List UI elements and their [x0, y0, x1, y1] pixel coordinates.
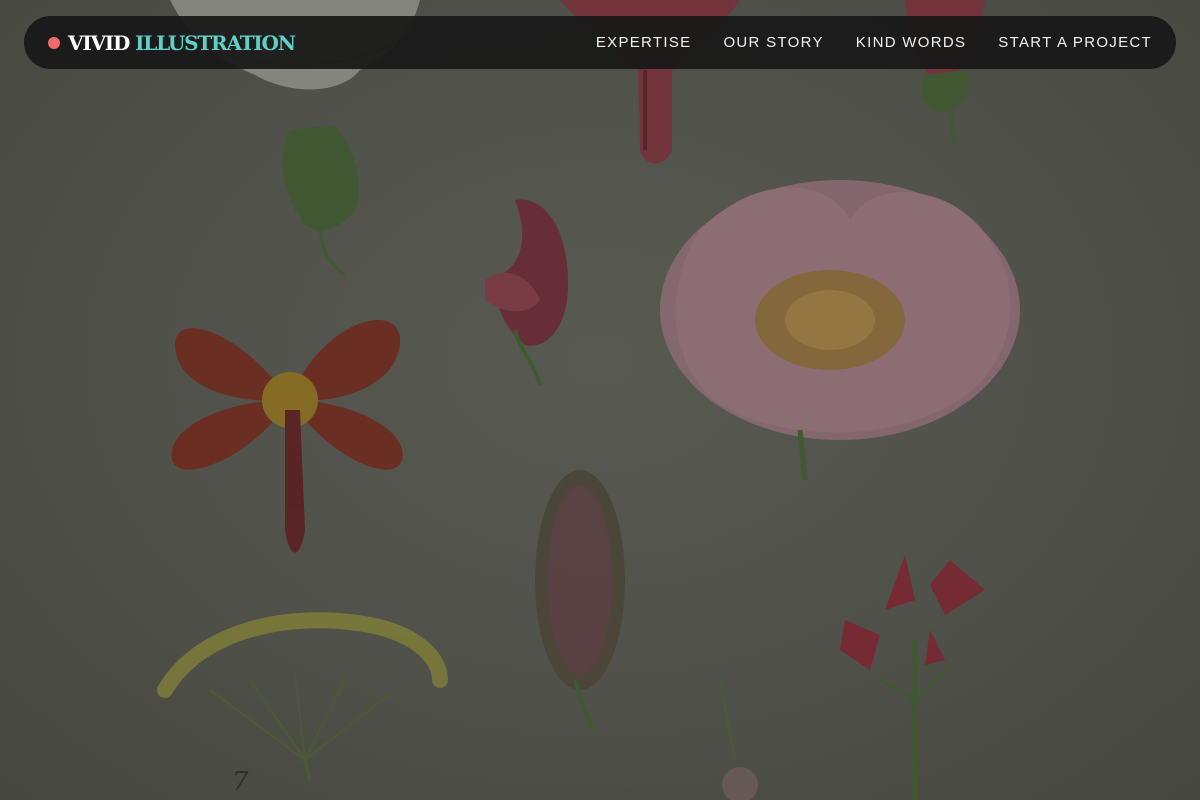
- yellow-umbel-flower: [157, 612, 448, 781]
- botanical-artwork: 7: [157, 0, 1020, 800]
- purple-spike-flower: [535, 470, 625, 731]
- nav-link-our-story[interactable]: OUR STORY: [723, 34, 823, 51]
- small-bud: [718, 679, 758, 800]
- hero-botanical-illustration: 7: [0, 0, 1200, 800]
- nav-link-expertise[interactable]: EXPERTISE: [596, 34, 692, 51]
- brand-name-first: VIVID: [68, 30, 130, 55]
- brand-dot-icon: [48, 36, 60, 49]
- red-orange-flower: [171, 320, 403, 553]
- nav-link-start-a-project[interactable]: START A PROJECT: [998, 34, 1152, 51]
- red-star-flowers: [840, 555, 985, 800]
- snapdragon-flower: [485, 199, 569, 386]
- pink-rose: [660, 180, 1020, 481]
- brand-wordmark: VIVID ILLUSTRATION: [68, 30, 296, 55]
- nav-link-kind-words[interactable]: KIND WORDS: [856, 34, 967, 51]
- brand-name-second: ILLUSTRATION: [135, 30, 296, 55]
- brand-logo-link[interactable]: VIVID ILLUSTRATION: [48, 30, 296, 55]
- plate-number: 7: [232, 767, 249, 797]
- nav-menu: EXPERTISE OUR STORY KIND WORDS START A P…: [596, 34, 1152, 51]
- top-navigation-bar: VIVID ILLUSTRATION EXPERTISE OUR STORY KI…: [24, 16, 1176, 69]
